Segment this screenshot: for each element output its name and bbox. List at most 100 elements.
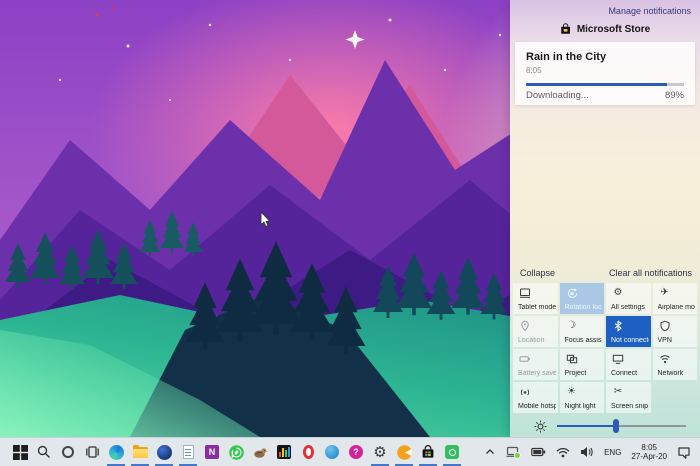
taskbar-app-blue-sphere[interactable] — [320, 438, 344, 466]
quick-action-all-settings[interactable]: ⚙ All settings — [606, 283, 651, 314]
clear-all-notifications-link[interactable]: Clear all notifications — [609, 268, 692, 278]
desktop-screen: Manage notifications Microsoft Store Rai… — [0, 0, 700, 466]
tray-battery[interactable] — [527, 438, 550, 466]
brightness-sun-icon[interactable] — [534, 420, 547, 433]
taskbar-app-edge[interactable] — [104, 438, 128, 466]
tray-date: 27-Apr-20 — [631, 452, 667, 461]
tray-time: 8:05 — [631, 443, 667, 452]
taskbar-app-green-recorder[interactable] — [440, 438, 464, 466]
quick-action-label: Mobile hotspot — [518, 403, 556, 410]
quick-action-label: Night light — [565, 403, 603, 410]
collapse-link[interactable]: Collapse — [520, 268, 555, 278]
bluetooth-icon — [612, 320, 624, 332]
brightness-slider-track[interactable] — [557, 425, 686, 428]
action-center-bubble-icon — [677, 446, 691, 459]
pc-status-icon — [506, 446, 521, 459]
taskbar-app-microsoft-store[interactable] — [416, 438, 440, 466]
taskbar-app-blue-circle[interactable] — [152, 438, 176, 466]
tray-network[interactable] — [552, 438, 574, 466]
taskbar-app-settings[interactable]: ⚙ — [368, 438, 392, 466]
opera-browser-icon — [303, 445, 314, 459]
taskbar-app-equalizer[interactable] — [272, 438, 296, 466]
quick-action-label: Tablet mode — [518, 304, 556, 311]
notification-card[interactable]: Rain in the City 8:05 Downloading... 89% — [515, 42, 695, 105]
quick-action-label: Not connected — [611, 337, 649, 344]
blue-circle-app-icon — [157, 445, 172, 460]
action-center-panel: Manage notifications Microsoft Store Rai… — [510, 0, 700, 437]
quick-action-focus-assist[interactable]: ☽ Focus assist — [560, 316, 605, 347]
manage-notifications-link[interactable]: Manage notifications — [608, 6, 691, 16]
taskbar-apps: N — [0, 438, 464, 466]
quick-action-connect[interactable]: Connect — [606, 349, 651, 380]
bird-app-icon — [252, 446, 268, 459]
equalizer-app-icon — [277, 445, 291, 459]
system-tray: ENG 8:05 27-Apr-20 — [480, 438, 700, 466]
orange-app-icon — [397, 445, 412, 460]
quick-action-label: Project — [565, 370, 603, 377]
location-pin-icon — [519, 320, 531, 332]
taskbar-app-file-explorer[interactable] — [128, 438, 152, 466]
notification-group-header[interactable]: Microsoft Store — [510, 23, 700, 35]
tray-show-hidden-icons[interactable] — [480, 438, 500, 466]
quick-action-label: VPN — [658, 337, 696, 344]
blue-sphere-app-icon — [325, 445, 339, 459]
taskbar-app-bird[interactable] — [248, 438, 272, 466]
quick-action-bluetooth[interactable]: Not connected — [606, 316, 651, 347]
action-center-button[interactable] — [673, 438, 695, 466]
quick-actions-grid: Tablet mode Rotation lock ⚙ All settings… — [513, 283, 697, 413]
settings-gear-icon: ⚙ — [373, 445, 386, 460]
quick-action-airplane-mode[interactable]: ✈ Airplane mode — [653, 283, 698, 314]
mouse-cursor — [260, 211, 272, 229]
battery-icon — [531, 447, 546, 457]
quick-action-label: All settings — [611, 304, 649, 311]
whatsapp-icon — [229, 445, 244, 460]
quick-action-battery-saver[interactable]: Battery saver — [513, 349, 558, 380]
taskbar-app-whatsapp[interactable] — [224, 438, 248, 466]
quick-action-mobile-hotspot[interactable]: Mobile hotspot — [513, 382, 558, 413]
tray-clock[interactable]: 8:05 27-Apr-20 — [627, 438, 671, 466]
taskbar: N — [0, 437, 700, 466]
download-percent-label: 89% — [665, 90, 684, 101]
cortana-button[interactable] — [56, 438, 80, 466]
quick-action-vpn[interactable]: VPN — [653, 316, 698, 347]
notification-title: Rain in the City — [526, 51, 684, 63]
tray-volume[interactable] — [576, 438, 598, 466]
quick-action-screen-snip[interactable]: ✂ Screen snip — [606, 382, 651, 413]
quick-action-label: Network — [658, 370, 696, 377]
search-icon — [37, 445, 51, 459]
quick-action-label: Airplane mode — [658, 304, 696, 311]
rotation-lock-icon — [566, 287, 578, 299]
task-view-button[interactable] — [80, 438, 104, 466]
quick-action-location[interactable]: Location — [513, 316, 558, 347]
vpn-shield-icon — [659, 320, 671, 332]
project-screens-icon — [566, 353, 578, 365]
brightness-row — [510, 418, 700, 434]
download-progress-fill — [526, 83, 667, 86]
question-mark-app-icon: ? — [349, 445, 363, 459]
taskbar-app-orange[interactable] — [392, 438, 416, 466]
quick-action-label: Battery saver — [518, 370, 556, 377]
document-app-icon — [183, 445, 194, 459]
taskbar-app-document[interactable] — [176, 438, 200, 466]
quick-action-rotation-lock[interactable]: Rotation lock — [560, 283, 605, 314]
notification-app-name: Microsoft Store — [577, 24, 650, 35]
scissors-icon: ✂ — [612, 386, 624, 398]
tray-pc-status[interactable] — [502, 438, 525, 466]
taskbar-app-question[interactable]: ? — [344, 438, 368, 466]
brightness-slider-handle[interactable] — [613, 419, 619, 433]
language-label: ENG — [604, 448, 621, 457]
taskbar-app-opera[interactable] — [296, 438, 320, 466]
tablet-mode-icon — [519, 287, 531, 299]
quick-action-label: Connect — [611, 370, 649, 377]
quick-action-night-light[interactable]: ☀ Night light — [560, 382, 605, 413]
quick-action-label: Location — [518, 337, 556, 344]
search-button[interactable] — [32, 438, 56, 466]
tray-language[interactable]: ENG — [600, 438, 625, 466]
quick-action-tablet-mode[interactable]: Tablet mode — [513, 283, 558, 314]
taskbar-app-purple-note[interactable]: N — [200, 438, 224, 466]
quick-action-network[interactable]: Network — [653, 349, 698, 380]
microsoft-store-bag-icon — [560, 23, 571, 35]
file-explorer-icon — [133, 447, 148, 458]
start-button[interactable] — [8, 438, 32, 466]
quick-action-project[interactable]: Project — [560, 349, 605, 380]
